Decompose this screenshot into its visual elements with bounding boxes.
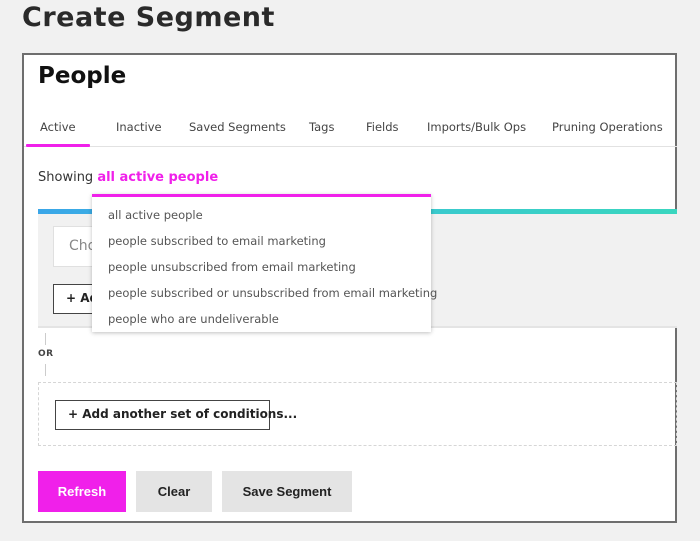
or-connector-bottom (45, 364, 46, 376)
tab-tags[interactable]: Tags (309, 120, 334, 134)
add-condition-set-button[interactable]: + Add another set of conditions... (55, 400, 297, 430)
or-label: OR (38, 349, 54, 359)
dropdown-option[interactable]: people who are undeliverable (108, 312, 279, 326)
refresh-button[interactable]: Refresh (38, 471, 126, 512)
tab-fields[interactable]: Fields (366, 120, 399, 134)
dropdown-option[interactable]: people subscribed or unsubscribed from e… (108, 286, 437, 300)
tab-active[interactable]: Active (26, 120, 89, 147)
clear-button[interactable]: Clear (136, 471, 212, 512)
tab-inactive[interactable]: Inactive (116, 120, 162, 134)
or-condition-block: + Add another set of conditions... (38, 382, 677, 446)
segment-dropdown-menu: all active people people subscribed to e… (92, 194, 437, 332)
or-connector-top (45, 333, 46, 345)
tab-pruning-operations[interactable]: Pruning Operations (552, 120, 663, 134)
tab-saved-segments[interactable]: Saved Segments (189, 120, 286, 134)
dropdown-option[interactable]: people subscribed to email marketing (108, 234, 326, 248)
tab-imports-bulk-ops[interactable]: Imports/Bulk Ops (427, 120, 526, 134)
dropdown-option[interactable]: people unsubscribed from email marketing (108, 260, 356, 274)
panel-title: People (38, 63, 127, 89)
tab-bar: Active Inactive Saved Segments Tags Fiel… (24, 117, 677, 147)
showing-prefix: Showing (38, 170, 94, 185)
dropdown-option[interactable]: all active people (108, 208, 203, 222)
page-title: Create Segment (22, 2, 275, 33)
save-segment-button[interactable]: Save Segment (222, 471, 352, 512)
segment-selector[interactable]: all active people (97, 170, 218, 185)
showing-line: Showing all active people (38, 170, 218, 185)
